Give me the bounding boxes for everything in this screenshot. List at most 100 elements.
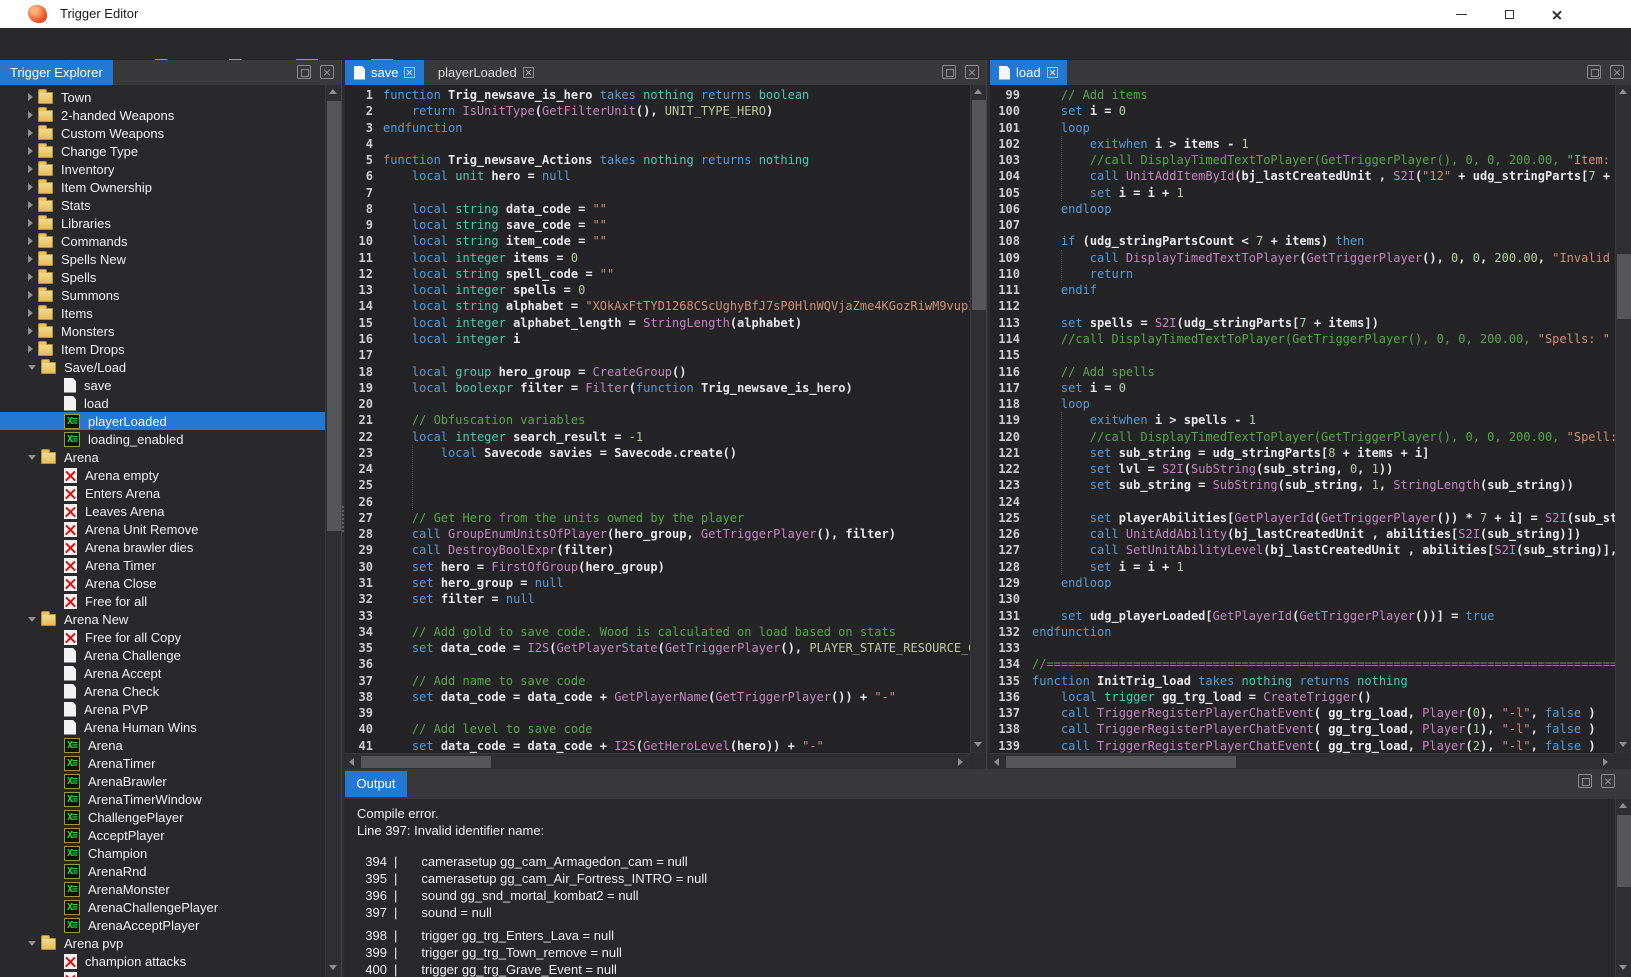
maximize-button[interactable]: [1486, 0, 1533, 28]
scroll-thumb[interactable]: [361, 756, 491, 768]
tree-item[interactable]: Items: [0, 304, 325, 322]
tree-item[interactable]: ArenaAcceptPlayer: [0, 916, 325, 934]
tree-item[interactable]: Arena: [0, 736, 325, 754]
scroll-up-icon[interactable]: [974, 89, 982, 94]
tree-item[interactable]: Arena New: [0, 610, 325, 628]
tree-item[interactable]: playerLoaded: [0, 412, 325, 430]
tree-item[interactable]: Arena Unit Remove: [0, 520, 325, 538]
expand-arrow-icon[interactable]: [28, 327, 33, 335]
scroll-up-icon[interactable]: [1619, 89, 1627, 94]
scroll-down-icon[interactable]: [329, 965, 337, 970]
scroll-thumb[interactable]: [1617, 815, 1631, 887]
expand-arrow-icon[interactable]: [28, 345, 33, 353]
tree-item[interactable]: Arena Timer: [0, 556, 325, 574]
code-editor-save[interactable]: 1234567891011121314151617181920212223242…: [345, 85, 970, 753]
float-panel-icon[interactable]: [942, 65, 956, 79]
tree-item[interactable]: Summons: [0, 286, 325, 304]
collapse-arrow-icon[interactable]: [28, 941, 36, 946]
tree-item[interactable]: ArenaChallengePlayer: [0, 898, 325, 916]
tree-item[interactable]: Stats: [0, 196, 325, 214]
tree-item[interactable]: ArenaBrawler: [0, 772, 325, 790]
scroll-thumb[interactable]: [1617, 254, 1631, 319]
tree-item[interactable]: Change Type: [0, 142, 325, 160]
tree-item[interactable]: AcceptPlayer: [0, 826, 325, 844]
expand-arrow-icon[interactable]: [28, 201, 33, 209]
output-console[interactable]: Compile error. Line 397: Invalid identif…: [345, 799, 1615, 977]
scroll-left-icon[interactable]: [349, 758, 354, 766]
expand-arrow-icon[interactable]: [28, 309, 33, 317]
trigger-tree[interactable]: Town2-handed WeaponsCustom WeaponsChange…: [0, 85, 325, 977]
code-editor-load[interactable]: 9910010110210310410510610710810911011111…: [990, 85, 1615, 753]
tree-item[interactable]: load: [0, 394, 325, 412]
tree-item[interactable]: Libraries: [0, 214, 325, 232]
expand-arrow-icon[interactable]: [28, 219, 33, 227]
tree-item[interactable]: Enters Arena: [0, 484, 325, 502]
scroll-down-icon[interactable]: [1619, 742, 1627, 747]
scroll-right-icon[interactable]: [958, 758, 963, 766]
expand-arrow-icon[interactable]: [28, 93, 33, 101]
tab-load[interactable]: load: [990, 60, 1067, 85]
editor-hscrollbar[interactable]: [990, 753, 1615, 769]
output-vscrollbar[interactable]: [1615, 799, 1631, 977]
close-tab-icon[interactable]: [404, 67, 415, 78]
scroll-up-icon[interactable]: [329, 89, 337, 94]
expand-arrow-icon[interactable]: [28, 129, 33, 137]
explorer-title-tab[interactable]: Trigger Explorer: [0, 60, 113, 85]
tree-item[interactable]: Arena Close: [0, 574, 325, 592]
close-panel-icon[interactable]: [1610, 65, 1624, 79]
close-button[interactable]: [1533, 0, 1580, 28]
float-panel-icon[interactable]: [1578, 774, 1592, 788]
tree-item[interactable]: Town: [0, 88, 325, 106]
tree-item[interactable]: ArenaTimer: [0, 754, 325, 772]
tree-item[interactable]: Spells New: [0, 250, 325, 268]
collapse-arrow-icon[interactable]: [28, 365, 36, 370]
expand-arrow-icon[interactable]: [28, 237, 33, 245]
tree-item[interactable]: ArenaRnd: [0, 862, 325, 880]
tree-item[interactable]: Custom Weapons: [0, 124, 325, 142]
close-tab-icon[interactable]: [523, 67, 534, 78]
scroll-up-icon[interactable]: [1619, 803, 1627, 808]
editor-vscrollbar[interactable]: [1615, 85, 1631, 753]
tree-item[interactable]: Free for all: [0, 592, 325, 610]
expand-arrow-icon[interactable]: [28, 291, 33, 299]
expand-arrow-icon[interactable]: [28, 111, 33, 119]
float-panel-icon[interactable]: [1587, 65, 1601, 79]
tree-item[interactable]: Arena PVP: [0, 700, 325, 718]
tree-item[interactable]: ArenaMonster: [0, 880, 325, 898]
expand-arrow-icon[interactable]: [28, 147, 33, 155]
scroll-thumb[interactable]: [1006, 756, 1236, 768]
tree-item[interactable]: Inventory: [0, 160, 325, 178]
tree-item[interactable]: Spells: [0, 268, 325, 286]
expand-arrow-icon[interactable]: [28, 183, 33, 191]
scroll-down-icon[interactable]: [1619, 965, 1627, 970]
tree-item[interactable]: Item Ownership: [0, 178, 325, 196]
collapse-arrow-icon[interactable]: [28, 455, 36, 460]
close-tab-icon[interactable]: [1047, 67, 1058, 78]
tree-item[interactable]: Arena Check: [0, 682, 325, 700]
expand-arrow-icon[interactable]: [28, 255, 33, 263]
expand-arrow-icon[interactable]: [28, 165, 33, 173]
tree-item[interactable]: loading_enabled: [0, 430, 325, 448]
tree-item[interactable]: Arena empty: [0, 466, 325, 484]
close-panel-icon[interactable]: [320, 65, 334, 79]
tab-output[interactable]: Output: [345, 771, 407, 797]
tree-item[interactable]: Arena Challenge: [0, 646, 325, 664]
code-area[interactable]: function Trig_newsave_is_hero takes noth…: [383, 85, 970, 753]
tree-item[interactable]: Arena Accept: [0, 664, 325, 682]
tree-item[interactable]: Arena brawler dies: [0, 538, 325, 556]
code-area[interactable]: // Add items set i = 0 loop exitwhen i >…: [1032, 85, 1615, 753]
tree-item[interactable]: 2-handed Weapons: [0, 106, 325, 124]
tree-scrollbar[interactable]: [325, 85, 341, 977]
tree-item[interactable]: [0, 970, 325, 977]
tree-item[interactable]: Item Drops: [0, 340, 325, 358]
close-panel-icon[interactable]: [965, 65, 979, 79]
tree-item[interactable]: Free for all Copy: [0, 628, 325, 646]
tree-item[interactable]: champion attacks: [0, 952, 325, 970]
tree-item[interactable]: Commands: [0, 232, 325, 250]
tab-save[interactable]: save: [345, 60, 424, 85]
tree-scroll-thumb[interactable]: [327, 101, 341, 531]
scroll-left-icon[interactable]: [994, 758, 999, 766]
tree-item[interactable]: Leaves Arena: [0, 502, 325, 520]
minimize-button[interactable]: [1438, 0, 1485, 28]
tree-item[interactable]: ChallengePlayer: [0, 808, 325, 826]
